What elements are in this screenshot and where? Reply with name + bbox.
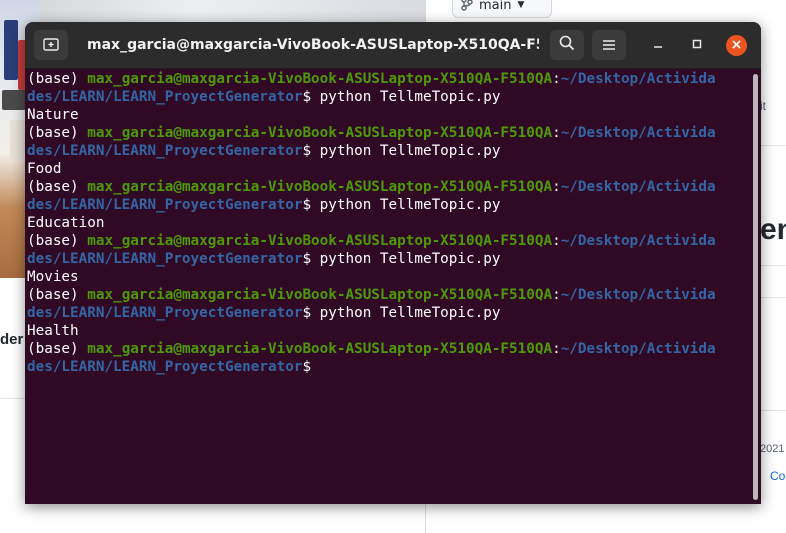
- prompt-command: $: [302, 359, 312, 375]
- prompt-user-host: max_garcia@maxgarcia-VivoBook-ASUSLaptop…: [87, 125, 553, 141]
- prompt-separator: :: [552, 233, 561, 249]
- prompt-path: des/LEARN/LEARN_ProyectGenerator: [27, 359, 303, 375]
- prompt-path: des/LEARN/LEARN_ProyectGenerator: [27, 197, 303, 213]
- prompt-separator: :: [552, 71, 561, 87]
- background-link[interactable]: Co: [770, 469, 785, 483]
- prompt-command: $ python TellmeTopic.py: [302, 197, 501, 213]
- terminal-line: (base) max_garcia@maxgarcia-VivoBook-ASU…: [27, 70, 747, 88]
- background-heading-fragment: der: [0, 331, 24, 348]
- terminal-scrollbar[interactable]: [753, 74, 758, 500]
- prompt-path: ~/Desktop/Activida: [560, 233, 716, 249]
- prompt-command: $ python TellmeTopic.py: [302, 251, 501, 267]
- terminal-line: (base) max_garcia@maxgarcia-VivoBook-ASU…: [27, 286, 747, 304]
- background-divider: [760, 145, 786, 146]
- prompt-path: ~/Desktop/Activida: [560, 179, 716, 195]
- terminal-window[interactable]: max_garcia@maxgarcia-VivoBook-ASUSLaptop…: [25, 22, 761, 504]
- terminal-line: Education: [27, 214, 747, 232]
- prompt-command: $ python TellmeTopic.py: [302, 89, 501, 105]
- prompt-user-host: max_garcia@maxgarcia-VivoBook-ASUSLaptop…: [87, 341, 553, 357]
- photo-blob: [4, 20, 18, 80]
- background-divider: [760, 410, 786, 411]
- photo-blob: [2, 90, 26, 110]
- prompt-user-host: max_garcia@maxgarcia-VivoBook-ASUSLaptop…: [87, 233, 553, 249]
- prompt-user-host: max_garcia@maxgarcia-VivoBook-ASUSLaptop…: [87, 71, 553, 87]
- minimize-icon: [653, 37, 663, 53]
- prompt-env: (base): [27, 71, 88, 87]
- terminal-line: des/LEARN/LEARN_ProyectGenerator$ python…: [27, 88, 747, 106]
- prompt-path: des/LEARN/LEARN_ProyectGenerator: [27, 305, 303, 321]
- command-output: Nature: [27, 107, 79, 123]
- prompt-path: ~/Desktop/Activida: [560, 287, 716, 303]
- background-divider: [760, 265, 786, 266]
- branch-label: main: [479, 0, 512, 13]
- prompt-separator: :: [552, 125, 561, 141]
- terminal-line: (base) max_garcia@maxgarcia-VivoBook-ASU…: [27, 124, 747, 142]
- prompt-env: (base): [27, 233, 88, 249]
- terminal-line: Movies: [27, 268, 747, 286]
- background-divider: [760, 297, 786, 298]
- chevron-down-icon: ▼: [517, 0, 525, 10]
- background-title-fragment: en: [760, 213, 786, 246]
- terminal-line: des/LEARN/LEARN_ProyectGenerator$ python…: [27, 304, 747, 322]
- new-tab-button[interactable]: [34, 30, 68, 60]
- terminal-line: des/LEARN/LEARN_ProyectGenerator$ python…: [27, 196, 747, 214]
- search-button[interactable]: [550, 30, 584, 60]
- terminal-line: (base) max_garcia@maxgarcia-VivoBook-ASU…: [27, 178, 747, 196]
- prompt-command: $ python TellmeTopic.py: [302, 305, 501, 321]
- terminal-line: Food: [27, 160, 747, 178]
- prompt-path: ~/Desktop/Activida: [560, 125, 716, 141]
- terminal-output[interactable]: (base) max_garcia@maxgarcia-VivoBook-ASU…: [27, 70, 747, 500]
- new-tab-icon: [43, 36, 59, 55]
- branch-select-button[interactable]: main ▼: [452, 0, 552, 18]
- terminal-line: des/LEARN/LEARN_ProyectGenerator$ python…: [27, 142, 747, 160]
- maximize-button[interactable]: [687, 35, 707, 55]
- prompt-path: ~/Desktop/Activida: [560, 341, 716, 357]
- prompt-path: des/LEARN/LEARN_ProyectGenerator: [27, 89, 303, 105]
- command-output: Food: [27, 161, 62, 177]
- prompt-user-host: max_garcia@maxgarcia-VivoBook-ASUSLaptop…: [87, 287, 553, 303]
- maximize-icon: [692, 37, 702, 53]
- prompt-path: des/LEARN/LEARN_ProyectGenerator: [27, 143, 303, 159]
- hamburger-menu-icon: [602, 36, 616, 55]
- search-icon: [559, 35, 575, 55]
- prompt-env: (base): [27, 341, 88, 357]
- menu-button[interactable]: [592, 30, 626, 60]
- window-title: max_garcia@maxgarcia-VivoBook-ASUSLaptop…: [87, 37, 539, 53]
- prompt-path: ~/Desktop/Activida: [560, 71, 716, 87]
- command-output: Movies: [27, 269, 79, 285]
- background-year: 2021: [760, 443, 785, 455]
- command-output: Health: [27, 323, 79, 339]
- prompt-env: (base): [27, 287, 88, 303]
- prompt-user-host: max_garcia@maxgarcia-VivoBook-ASUSLaptop…: [87, 179, 553, 195]
- terminal-line: Nature: [27, 106, 747, 124]
- terminal-line: (base) max_garcia@maxgarcia-VivoBook-ASU…: [27, 340, 747, 358]
- git-branch-icon: [461, 0, 473, 14]
- minimize-button[interactable]: [648, 35, 668, 55]
- terminal-titlebar[interactable]: max_garcia@maxgarcia-VivoBook-ASUSLaptop…: [25, 22, 761, 69]
- terminal-line: des/LEARN/LEARN_ProyectGenerator$: [27, 358, 747, 376]
- prompt-separator: :: [552, 287, 561, 303]
- prompt-path: des/LEARN/LEARN_ProyectGenerator: [27, 251, 303, 267]
- close-icon: [732, 38, 741, 53]
- terminal-line: Health: [27, 322, 747, 340]
- command-output: Education: [27, 215, 105, 231]
- prompt-separator: :: [552, 341, 561, 357]
- prompt-separator: :: [552, 179, 561, 195]
- close-button[interactable]: [726, 35, 747, 56]
- prompt-env: (base): [27, 125, 88, 141]
- terminal-line: des/LEARN/LEARN_ProyectGenerator$ python…: [27, 250, 747, 268]
- background-window-strip: [40, 0, 425, 22]
- prompt-env: (base): [27, 179, 88, 195]
- prompt-command: $ python TellmeTopic.py: [302, 143, 501, 159]
- terminal-line: (base) max_garcia@maxgarcia-VivoBook-ASU…: [27, 232, 747, 250]
